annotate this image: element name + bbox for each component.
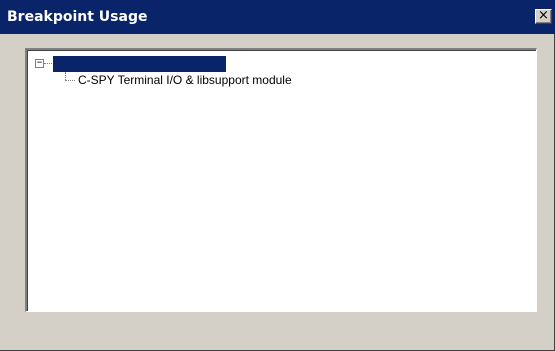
- tree-connector: [44, 63, 52, 64]
- breakpoint-tree-panel[interactable]: − 0x82DC [Fetch ] C-SPY Terminal I/O & li…: [25, 48, 537, 312]
- tree-connector: [65, 80, 75, 81]
- tree-connector: [65, 72, 66, 80]
- title-bar[interactable]: Breakpoint Usage ×: [0, 0, 555, 34]
- breakpoint-usage-dialog: Breakpoint Usage × − 0x82DC [Fetch ] C-SP…: [0, 0, 555, 351]
- window-title: Breakpoint Usage: [7, 9, 148, 25]
- tree-node-child[interactable]: C-SPY Terminal I/O & libsupport module: [78, 72, 292, 88]
- tree-node-breakpoint[interactable]: 0x82DC [Fetch ]: [53, 56, 227, 87]
- close-button[interactable]: ×: [535, 9, 552, 24]
- collapse-icon[interactable]: −: [35, 59, 44, 68]
- breakpoint-tree[interactable]: − 0x82DC [Fetch ] C-SPY Terminal I/O & li…: [27, 50, 536, 311]
- close-icon: ×: [538, 8, 549, 23]
